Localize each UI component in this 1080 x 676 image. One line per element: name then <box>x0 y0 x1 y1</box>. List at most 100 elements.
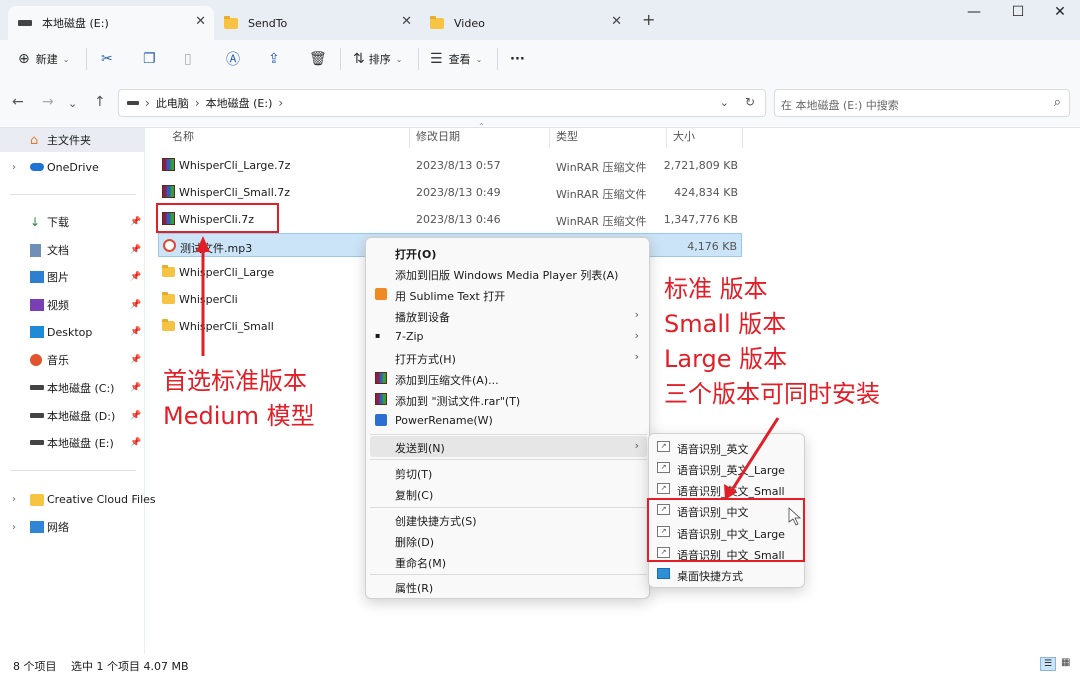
details-view-icon[interactable]: ☰ <box>1040 657 1056 671</box>
minimize-button[interactable]: — <box>964 4 984 20</box>
maximize-button[interactable]: ☐ <box>1008 4 1028 20</box>
pin-icon[interactable]: 📌 <box>130 272 141 282</box>
pin-icon[interactable]: 📌 <box>130 245 141 255</box>
menu-item-open-with[interactable]: 打开方式(H) › <box>370 347 647 368</box>
file-type: WinRAR 压缩文件 <box>556 215 647 228</box>
menu-item-rename[interactable]: 重命名(M) <box>370 551 647 572</box>
menu-item-send-to[interactable]: 发送到(N) › <box>370 436 647 457</box>
forward-arrow-icon[interactable]: → <box>42 94 54 110</box>
new-button[interactable]: ⊕ 新建 ⌄ <box>18 48 69 70</box>
menu-item-sublime[interactable]: 用 Sublime Text 打开 <box>370 284 647 305</box>
sidebar-item-network[interactable]: › 网络 <box>0 515 145 539</box>
tab-local-disk-e[interactable]: 本地磁盘 (E:) ✕ <box>8 6 214 40</box>
chevron-down-icon[interactable]: ⌄ <box>68 97 77 110</box>
column-header-name[interactable]: 名称 <box>172 128 194 148</box>
column-header-date[interactable]: 修改日期 <box>416 128 460 148</box>
send-to-item[interactable]: ↗ 语音识别_英文_Large <box>653 458 802 479</box>
shortcut-icon: ↗ <box>657 483 670 494</box>
column-header-size[interactable]: 大小 <box>673 128 695 148</box>
new-tab-plus-icon[interactable]: + <box>642 10 655 29</box>
menu-item-cast[interactable]: 播放到设备 › <box>370 305 647 326</box>
folder-icon <box>162 319 175 331</box>
menu-item-add-wmp[interactable]: 添加到旧版 Windows Media Player 列表(A) <box>370 263 647 284</box>
tab-label: Video <box>454 16 485 30</box>
pin-icon[interactable]: 📌 <box>130 438 141 448</box>
scissors-icon: ✂ <box>101 51 113 67</box>
pin-icon[interactable]: 📌 <box>130 411 141 421</box>
sidebar-item-onedrive[interactable]: › OneDrive <box>0 155 145 179</box>
delete-button[interactable]: 🗑 <box>309 48 327 70</box>
copy-button[interactable]: ❐ <box>143 48 156 70</box>
sidebar-item-videos[interactable]: 视频 📌 <box>0 293 145 317</box>
chevron-down-icon[interactable]: ⌄ <box>720 96 729 109</box>
refresh-icon[interactable]: ↻ <box>745 95 755 109</box>
file-row[interactable]: WhisperCli_Large.7z 2023/8/13 0:57 WinRA… <box>158 153 742 177</box>
file-name: 测试文件.mp3 <box>180 242 253 255</box>
chevron-down-icon: ⌄ <box>475 54 483 64</box>
share-button[interactable]: ⇪ <box>268 48 280 70</box>
chevron-right-icon[interactable]: › <box>12 522 16 533</box>
sidebar-item-pictures[interactable]: 图片 📌 <box>0 265 145 289</box>
view-button[interactable]: ☰ 查看 ⌄ <box>430 48 482 70</box>
send-to-item[interactable]: 桌面快捷方式 <box>653 564 802 585</box>
sidebar-item-drive-d[interactable]: 本地磁盘 (D:) 📌 <box>0 404 145 428</box>
sidebar-item-creative-cloud[interactable]: › Creative Cloud Files <box>0 487 156 511</box>
sidebar-item-music[interactable]: 音乐 📌 <box>0 348 145 372</box>
breadcrumb-this-pc[interactable]: 此电脑 <box>156 95 189 111</box>
address-row: ← → ⌄ ↑ › 此电脑 › 本地磁盘 (E:) › ⌄ ↻ 在 本地磁盘 (… <box>0 78 1080 128</box>
menu-item-add-rar[interactable]: 添加到 "测试文件.rar"(T) <box>370 389 647 410</box>
pin-icon[interactable]: 📌 <box>130 217 141 227</box>
cut-button[interactable]: ✂ <box>101 48 113 70</box>
folder-icon <box>162 292 175 304</box>
pin-icon[interactable]: 📌 <box>130 327 141 337</box>
sidebar-item-drive-e[interactable]: 本地磁盘 (E:) 📌 <box>0 431 145 455</box>
column-header-type[interactable]: 类型 <box>556 128 578 148</box>
chevron-right-icon[interactable]: › <box>12 162 16 173</box>
breadcrumb-local-disk-e[interactable]: 本地磁盘 (E:) <box>206 95 273 111</box>
sidebar-item-label: 文档 <box>47 244 69 257</box>
sidebar-item-documents[interactable]: 文档 📌 <box>0 238 145 262</box>
file-row[interactable]: WhisperCli_Small.7z 2023/8/13 0:49 WinRA… <box>158 180 742 204</box>
address-bar[interactable]: › 此电脑 › 本地磁盘 (E:) › ⌄ ↻ <box>118 89 766 117</box>
menu-item-create-shortcut[interactable]: 创建快捷方式(S) <box>370 509 647 530</box>
paste-button[interactable]: ▯ <box>184 48 192 70</box>
creative-cloud-folder-icon <box>30 494 44 506</box>
back-arrow-icon[interactable]: ← <box>12 94 24 110</box>
chevron-down-icon: ⌄ <box>62 54 70 64</box>
search-input[interactable]: 在 本地磁盘 (E:) 中搜索 ⌕ <box>774 89 1070 117</box>
up-arrow-icon[interactable]: ↑ <box>94 94 106 110</box>
sidebar-item-downloads[interactable]: ↓ 下载 📌 <box>0 210 145 234</box>
menu-item-7zip[interactable]: ▪ 7-Zip › <box>370 326 647 347</box>
document-icon <box>30 244 41 257</box>
menu-item-delete[interactable]: 删除(D) <box>370 530 647 551</box>
file-date: 2023/8/13 0:57 <box>416 159 501 172</box>
menu-item-cut[interactable]: 剪切(T) <box>370 462 647 483</box>
sidebar-item-desktop[interactable]: Desktop 📌 <box>0 320 145 344</box>
close-icon[interactable]: ✕ <box>401 14 412 29</box>
tab-video[interactable]: Video ✕ <box>420 6 630 40</box>
menu-item-properties[interactable]: 属性(R) <box>370 576 647 597</box>
sidebar-item-drive-c[interactable]: 本地磁盘 (C:) 📌 <box>0 376 145 400</box>
tab-sendto[interactable]: SendTo ✕ <box>214 6 420 40</box>
close-icon[interactable]: ✕ <box>195 14 206 29</box>
rename-button[interactable]: Ⓐ <box>226 48 240 70</box>
send-to-item[interactable]: ↗ 语音识别_英文 <box>653 437 802 458</box>
more-options-button[interactable]: ··· <box>510 48 525 70</box>
close-icon[interactable]: ✕ <box>611 14 622 29</box>
menu-item-copy[interactable]: 复制(C) <box>370 483 647 504</box>
sidebar-item-home[interactable]: ⌂ 主文件夹 <box>0 128 145 152</box>
menu-item-powerrename[interactable]: PowerRename(W) <box>370 410 647 431</box>
pin-icon[interactable]: 📌 <box>130 355 141 365</box>
sort-button[interactable]: ⇅ 排序 ⌄ <box>353 48 402 70</box>
send-to-item[interactable]: ↗ 语音识别_英文_Small <box>653 479 802 500</box>
close-window-button[interactable]: ✕ <box>1050 4 1070 20</box>
shortcut-icon: ↗ <box>657 462 670 473</box>
menu-item-open[interactable]: 打开(O) <box>370 242 647 263</box>
pin-icon[interactable]: 📌 <box>130 300 141 310</box>
pin-icon[interactable]: 📌 <box>130 383 141 393</box>
file-size: 2,721,809 KB <box>663 159 738 172</box>
menu-item-add-archive[interactable]: 添加到压缩文件(A)... <box>370 368 647 389</box>
tiles-view-icon[interactable]: ▦ <box>1061 657 1070 668</box>
chevron-right-icon[interactable]: › <box>12 494 16 505</box>
chevron-right-icon: › <box>194 96 200 110</box>
